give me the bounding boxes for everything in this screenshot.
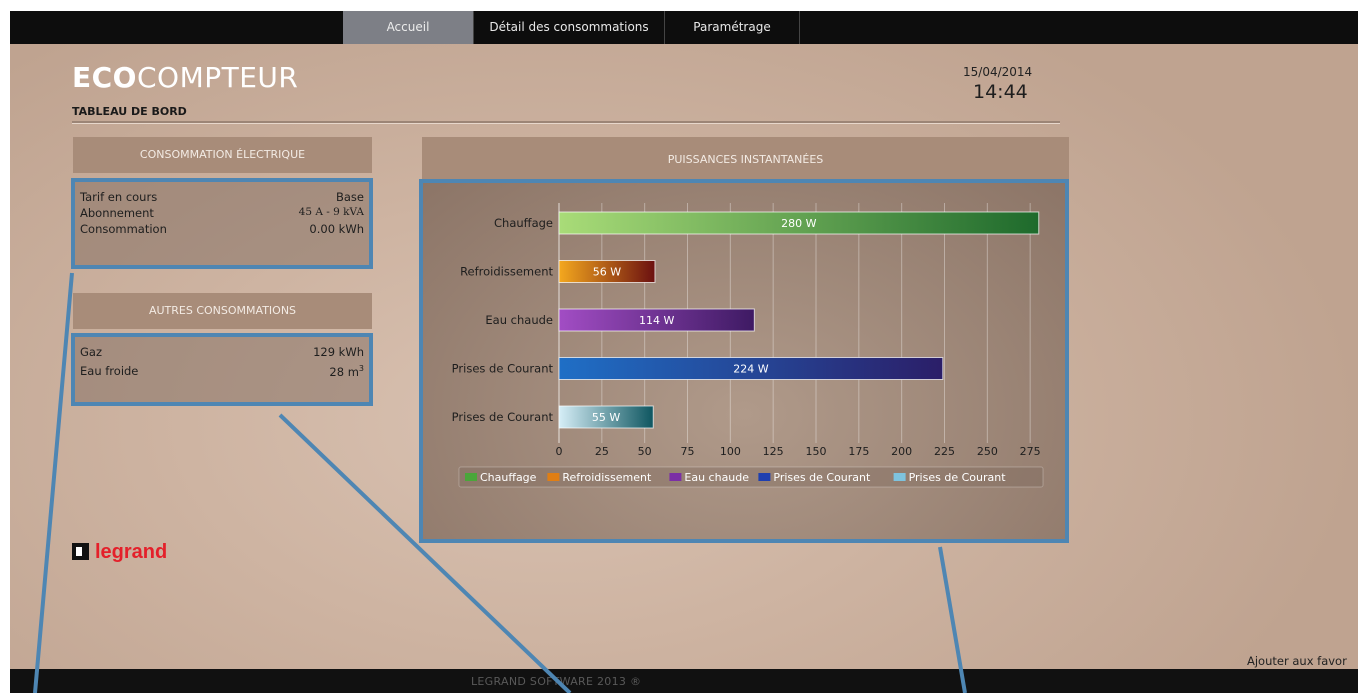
tab-detail-consommations[interactable]: Détail des consommations: [474, 11, 665, 44]
chart-x-tick-label: 275: [1020, 445, 1041, 458]
chart-data-label: 56 W: [593, 266, 621, 279]
chart-legend-swatch: [465, 473, 477, 481]
cold-water-row: Eau froide 28 m3: [80, 364, 364, 380]
callout-line-electric: [33, 272, 74, 693]
chart-legend-swatch: [893, 473, 906, 481]
consumption-row: Consommation 0.00 kWh: [80, 222, 364, 238]
chart-x-tick-label: 25: [595, 445, 609, 458]
cold-water-label: Eau froide: [80, 364, 139, 378]
chart-data-label: 55 W: [592, 411, 620, 424]
other-consumption-panel-header: AUTRES CONSOMMATIONS: [73, 293, 372, 329]
tariff-label: Tarif en cours: [80, 190, 158, 204]
chart-legend-entry: Prises de Courant: [909, 471, 1007, 484]
consumption-value: 0.00 kWh: [309, 222, 364, 236]
power-bar-chart: 025507510012515017520022525027530Chauffa…: [452, 203, 1044, 488]
chart-data-label: 280 W: [781, 217, 816, 230]
power-panel-header: PUISSANCES INSTANTANÉES: [422, 137, 1069, 183]
chart-category-label: Prises de Courant: [452, 410, 554, 424]
tab-parametrage[interactable]: Paramétrage: [665, 11, 800, 44]
app-title: ECOCOMPTEUR: [72, 61, 298, 94]
chart-legend-entry: Refroidissement: [562, 471, 652, 484]
chart-category-label: Chauffage: [494, 216, 553, 230]
subscription-row: Abonnement 45 A - 9 kVA: [80, 206, 364, 222]
cold-water-unit-exponent: 3: [358, 364, 364, 373]
subscription-label: Abonnement: [80, 206, 154, 220]
chart-data-label: 224 W: [733, 363, 768, 376]
chart-x-tick-label: 75: [681, 445, 695, 458]
dashboard-screen: Accueil Détail des consommations Paramét…: [10, 11, 1358, 693]
tariff-row: Tarif en cours Base: [80, 190, 364, 206]
other-consumption-panel: Gaz 129 kWh Eau froide 28 m3: [71, 333, 373, 406]
footer-bar: LEGRAND SOFTWARE 2013 ®: [10, 669, 1358, 693]
legrand-logo-text: legrand: [95, 541, 168, 563]
tab-accueil[interactable]: Accueil: [343, 11, 474, 44]
chart-x-tick-label: 0: [556, 445, 563, 458]
gas-label: Gaz: [80, 345, 102, 359]
chart-x-tick-label: 125: [763, 445, 784, 458]
tariff-value: Base: [335, 190, 364, 204]
electric-panel-header: CONSOMMATION ÉLECTRIQUE: [73, 137, 372, 173]
chart-category-label: Refroidissement: [460, 265, 553, 279]
chart-x-tick-label: 250: [977, 445, 998, 458]
app-title-rest: COMPTEUR: [136, 61, 299, 94]
legrand-logo-icon: [72, 543, 89, 560]
top-navigation-bar: Accueil Détail des consommations Paramét…: [10, 11, 1358, 44]
chart-category-label: Prises de Courant: [452, 362, 554, 376]
chart-x-tick-label: 225: [934, 445, 955, 458]
chart-category-label: Eau chaude: [485, 313, 553, 327]
chart-data-label: 114 W: [639, 314, 674, 327]
chart-x-tick-label: 150: [806, 445, 827, 458]
electric-panel: Tarif en cours Base Abonnement 45 A - 9 …: [71, 178, 373, 269]
chart-x-tick-label: 175: [848, 445, 869, 458]
cold-water-value: 28 m3: [329, 364, 364, 379]
chart-legend-swatch: [547, 473, 560, 481]
chart-legend-entry: Prises de Courant: [773, 471, 871, 484]
current-time: 14:44: [973, 81, 1028, 103]
header-divider: [72, 121, 1060, 123]
chart-legend-entry: Chauffage: [480, 471, 537, 484]
chart-x-tick-label: 50: [638, 445, 652, 458]
gas-value: 129 kWh: [313, 345, 364, 359]
legrand-logo: legrand: [72, 541, 167, 564]
chart-legend-swatch: [669, 473, 682, 481]
chart-legend-swatch: [758, 473, 771, 481]
gas-row: Gaz 129 kWh: [80, 345, 364, 361]
consumption-label: Consommation: [80, 222, 167, 236]
current-date: 15/04/2014: [963, 65, 1033, 79]
app-title-bold: ECO: [72, 61, 137, 94]
footer-copyright: LEGRAND SOFTWARE 2013 ®: [471, 675, 642, 688]
chart-legend-entry: Eau chaude: [684, 471, 749, 484]
chart-x-tick-label: 200: [891, 445, 912, 458]
add-to-favorites-link[interactable]: Ajouter aux favor: [1247, 654, 1347, 668]
subscription-value: 45 A - 9 kVA: [298, 206, 364, 218]
power-chart-panel: 025507510012515017520022525027530Chauffa…: [419, 179, 1069, 543]
chart-x-tick-label: 100: [720, 445, 741, 458]
cold-water-number: 28 m: [329, 364, 359, 379]
page-title: TABLEAU DE BORD: [72, 105, 187, 118]
